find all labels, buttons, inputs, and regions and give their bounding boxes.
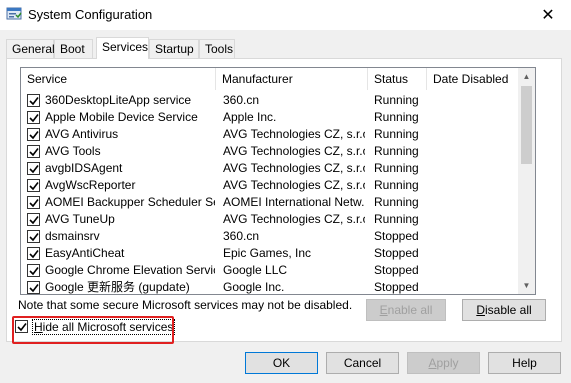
service-checkbox[interactable] (27, 128, 40, 141)
column-header-manufacturer[interactable]: Manufacturer (216, 68, 368, 90)
tab-tools[interactable]: Tools (199, 39, 235, 58)
close-icon[interactable]: ✕ (525, 0, 571, 30)
apply-button[interactable]: Apply (407, 352, 480, 374)
service-name: EasyAntiCheat (45, 246, 125, 260)
table-row[interactable]: 360DesktopLiteApp service 360.cn Running (21, 92, 532, 109)
service-status: Running (374, 93, 419, 107)
service-checkbox[interactable] (27, 179, 40, 192)
service-name: AVG Antivirus (45, 127, 119, 141)
column-header-service[interactable]: Service (21, 68, 216, 90)
service-checkbox[interactable] (27, 111, 40, 124)
disable-all-button[interactable]: Disable all (462, 299, 546, 321)
table-row[interactable]: AVG Tools AVG Technologies CZ, s.r.o. Runn… (21, 143, 532, 160)
service-name: avgbIDSAgent (45, 161, 123, 175)
service-manufacturer: 360.cn (223, 93, 260, 107)
service-status: Stopped (374, 246, 419, 260)
scroll-up-icon[interactable]: ▲ (518, 68, 535, 85)
service-name: Apple Mobile Device Service (45, 110, 198, 124)
service-name: AVG Tools (45, 144, 101, 158)
enable-all-button[interactable]: Enable all (366, 299, 446, 321)
service-checkbox[interactable] (27, 230, 40, 243)
service-name: dsmainsrv (45, 229, 100, 243)
secure-services-note: Note that some secure Microsoft services… (18, 298, 353, 312)
tab-general[interactable]: General (6, 39, 55, 58)
table-row[interactable]: Google 更新服务 (gupdate) Google Inc. Stopped (21, 279, 532, 294)
service-manufacturer: Google LLC (223, 263, 288, 277)
table-row[interactable]: AVG TuneUp AVG Technologies CZ, s.r.o. Run… (21, 211, 532, 228)
service-status: Running (374, 127, 419, 141)
table-row[interactable]: avgbIDSAgent AVG Technologies CZ, s.r.o. R… (21, 160, 532, 177)
tab-startup[interactable]: Startup (149, 39, 199, 58)
service-manufacturer: AVG Technologies CZ, s.r.o. (223, 127, 365, 141)
service-status: Running (374, 110, 419, 124)
service-manufacturer: Apple Inc. (223, 110, 277, 124)
table-row[interactable]: AVG Antivirus AVG Technologies CZ, s.r.o.… (21, 126, 532, 143)
service-name: AVG TuneUp (45, 212, 115, 226)
service-checkbox[interactable] (27, 145, 40, 158)
service-checkbox[interactable] (27, 281, 40, 294)
service-status: Stopped (374, 229, 419, 243)
service-name: 360DesktopLiteApp service (45, 93, 192, 107)
service-checkbox[interactable] (27, 94, 40, 107)
table-row[interactable]: AOMEI Backupper Scheduler Ser... AOMEI In… (21, 194, 532, 211)
service-name: Google Chrome Elevation Servic... (45, 263, 215, 277)
services-panel: Service Manufacturer Status Date Disable… (6, 58, 562, 342)
column-header-date-disabled[interactable]: Date Disabled (427, 68, 532, 90)
service-status: Running (374, 161, 419, 175)
table-row[interactable]: AvgWscReporter AVG Technologies CZ, s.r.o… (21, 177, 532, 194)
service-status: Running (374, 195, 419, 209)
service-checkbox[interactable] (27, 213, 40, 226)
help-button[interactable]: Help (488, 352, 561, 374)
title-bar: System Configuration ✕ (0, 0, 571, 30)
service-status: Stopped (374, 280, 419, 294)
table-row[interactable]: Google Chrome Elevation Servic... Google … (21, 262, 532, 279)
service-status: Stopped (374, 263, 419, 277)
service-manufacturer: AVG Technologies CZ, s.r.o. (223, 144, 365, 158)
service-checkbox[interactable] (27, 196, 40, 209)
service-manufacturer: AVG Technologies CZ, s.r.o. (223, 178, 365, 192)
system-configuration-window: System Configuration ✕ General Boot Serv… (0, 0, 571, 383)
column-header-status[interactable]: Status (368, 68, 427, 90)
service-checkbox[interactable] (27, 264, 40, 277)
ok-button[interactable]: OK (245, 352, 318, 374)
vertical-scrollbar[interactable]: ▲ ▼ (518, 68, 535, 294)
service-status: Running (374, 144, 419, 158)
window-title: System Configuration (28, 7, 153, 22)
service-manufacturer: Google Inc. (223, 280, 285, 294)
scrollbar-thumb[interactable] (521, 86, 532, 164)
service-manufacturer: Epic Games, Inc (223, 246, 312, 260)
service-manufacturer: AVG Technologies CZ, s.r.o. (223, 212, 365, 226)
service-checkbox[interactable] (27, 162, 40, 175)
service-status: Running (374, 212, 419, 226)
service-name: AOMEI Backupper Scheduler Ser... (45, 195, 215, 209)
services-list[interactable]: Service Manufacturer Status Date Disable… (20, 67, 536, 295)
service-manufacturer: AVG Technologies CZ, s.r.o. (223, 161, 365, 175)
service-checkbox[interactable] (27, 247, 40, 260)
table-row[interactable]: Apple Mobile Device Service Apple Inc. Run… (21, 109, 532, 126)
table-row[interactable]: dsmainsrv 360.cn Stopped (21, 228, 532, 245)
list-header: Service Manufacturer Status Date Disable… (21, 68, 532, 90)
service-name: AvgWscReporter (45, 178, 136, 192)
service-manufacturer: AOMEI International Netw... (223, 195, 365, 209)
scroll-down-icon[interactable]: ▼ (518, 277, 535, 294)
msconfig-app-icon (6, 6, 22, 22)
service-status: Running (374, 178, 419, 192)
service-name: Google 更新服务 (gupdate) (45, 280, 190, 294)
highlight-annotation (12, 316, 174, 344)
cancel-button[interactable]: Cancel (326, 352, 399, 374)
table-row[interactable]: EasyAntiCheat Epic Games, Inc Stopped (21, 245, 532, 262)
tab-services[interactable]: Services (96, 37, 149, 59)
service-manufacturer: 360.cn (223, 229, 260, 243)
tab-boot[interactable]: Boot (54, 39, 93, 58)
